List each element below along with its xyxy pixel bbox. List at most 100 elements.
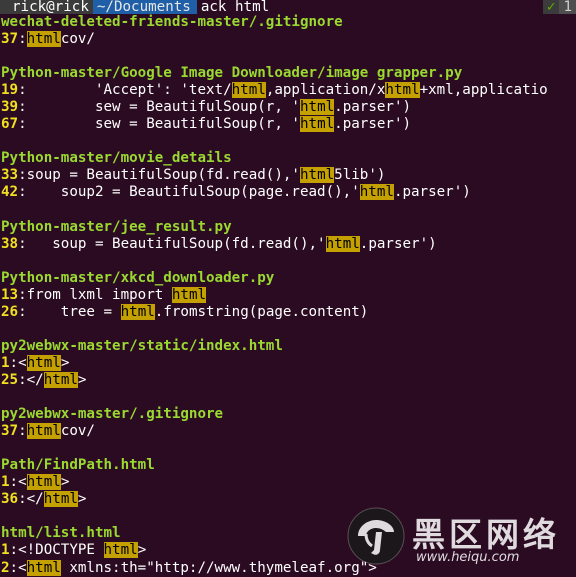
match-highlight: html <box>299 116 335 133</box>
match-highlight: html <box>231 82 266 99</box>
status-job-count: 1 <box>559 0 576 14</box>
match-highlight: html <box>26 474 61 491</box>
line-separator: : <box>18 184 27 201</box>
match-highlight: html <box>171 286 207 303</box>
result-filename: py2webwx-master/static/index.html <box>1 337 283 354</box>
watermark-text: 黑区网络 <box>412 515 560 554</box>
line-text: cov/ <box>60 31 95 48</box>
line-number: 39 <box>1 99 19 116</box>
line-text: ,application/x <box>265 82 386 99</box>
match-line: 39: sew = BeautifulSoup(r, 'html.parser'… <box>1 99 576 116</box>
result-filename: Path/FindPath.html <box>1 457 155 474</box>
line-separator: : <box>18 303 27 320</box>
line-text: < <box>18 474 27 491</box>
line-number: 2 <box>1 559 10 576</box>
match-highlight: html <box>26 31 61 48</box>
ack-output: wechat-deleted-friends-master/.gitignore… <box>1 14 576 577</box>
line-text: soup2 = BeautifulSoup(page.read(),' <box>26 184 360 201</box>
prompt-user-host: rick@rick <box>0 0 93 14</box>
line-text: sew = BeautifulSoup(r, ' <box>26 99 300 116</box>
watermark-url: www.heiqu.com <box>416 550 520 565</box>
line-text: .parser') <box>393 184 471 201</box>
match-line: 26: tree = html.fromstring(page.content) <box>1 303 576 321</box>
match-line: 42: soup2 = BeautifulSoup(page.read(),'h… <box>1 184 576 201</box>
line-number: 19 <box>1 82 19 99</box>
line-separator: : <box>9 542 19 559</box>
line-number: 26 <box>1 303 19 320</box>
match-highlight: html <box>43 491 78 508</box>
result-filename: Python-master/Google Image Downloader/im… <box>1 65 463 82</box>
line-separator: : <box>9 559 19 576</box>
line-separator: : <box>9 354 19 371</box>
match-highlight: html <box>325 235 360 252</box>
shell-prompt: rick@rick ~/Documents ack html ✓ 1 <box>0 0 576 14</box>
match-line: 1:<html> <box>1 474 576 491</box>
line-separator: : <box>18 99 27 116</box>
line-number: 25 <box>1 371 19 388</box>
line-text: tree = <box>26 303 121 320</box>
line-text: .fromstring(page.content) <box>154 303 369 320</box>
line-text: .parser') <box>359 235 437 252</box>
line-text: </ <box>26 371 44 388</box>
match-line: 37:htmlcov/ <box>1 31 576 48</box>
prompt-cwd: ~/Documents <box>92 0 197 14</box>
prompt-status: ✓ 1 <box>542 0 576 14</box>
match-line: 67: sew = BeautifulSoup(r, 'html.parser'… <box>1 116 576 133</box>
line-separator: : <box>18 235 27 252</box>
watermark-logo-icon <box>347 507 405 565</box>
result-filename: Python-master/xkcd_downloader.py <box>1 269 275 286</box>
line-separator: : <box>9 474 19 491</box>
status-ok-icon: ✓ <box>542 0 560 14</box>
line-text: 5lib') <box>334 167 386 184</box>
line-text: +xml,applicatio <box>419 82 548 99</box>
match-line: 33:soup = BeautifulSoup(fd.read(),'html5… <box>1 167 576 184</box>
line-separator: : <box>18 31 27 48</box>
line-text: < <box>18 354 27 371</box>
line-separator: : <box>18 82 27 99</box>
line-number: 1 <box>1 354 10 371</box>
line-number: 37 <box>1 423 19 440</box>
line-text: > <box>77 491 87 508</box>
line-separator: : <box>18 116 27 133</box>
prompt-command[interactable]: ack html <box>197 0 576 14</box>
line-text: .parser') <box>334 99 412 116</box>
line-text: soup = BeautifulSoup(fd.read(),' <box>26 167 300 184</box>
line-text: > <box>137 542 147 559</box>
line-text: 'Accept': 'text/ <box>26 82 232 99</box>
result-filename: py2webwx-master/.gitignore <box>1 406 224 423</box>
line-number: 67 <box>1 116 19 133</box>
line-separator: : <box>18 491 27 508</box>
match-line: 13:from lxml import html <box>1 286 576 304</box>
match-line: 19: 'Accept': 'text/html,application/xht… <box>1 82 576 99</box>
line-number: 38 <box>1 235 19 252</box>
line-number: 33 <box>1 167 19 184</box>
match-line: 25:</html> <box>1 371 576 389</box>
line-text: </ <box>26 491 44 508</box>
line-text: from lxml import <box>26 286 172 303</box>
line-text: < <box>18 559 27 576</box>
line-number: 36 <box>1 491 19 508</box>
line-number: 37 <box>1 31 19 48</box>
line-number: 1 <box>1 474 10 491</box>
line-text: xmlns:th="http://www.thymeleaf.org"> <box>60 559 377 576</box>
line-separator: : <box>18 423 27 440</box>
match-line: 37:htmlcov/ <box>1 423 576 440</box>
line-number: 42 <box>1 184 19 201</box>
line-number: 1 <box>1 542 10 559</box>
line-text: cov/ <box>60 423 95 440</box>
match-highlight: html <box>385 82 420 99</box>
line-text: > <box>77 371 87 388</box>
line-text: sew = BeautifulSoup(r, ' <box>26 116 300 133</box>
result-filename: Python-master/jee_result.py <box>1 218 232 235</box>
result-filename: wechat-deleted-friends-master/.gitignore <box>1 14 343 30</box>
line-text: soup = BeautifulSoup(fd.read(),' <box>26 235 326 252</box>
match-highlight: html <box>299 99 335 116</box>
watermark: 黑区网络 www.heiqu.com <box>346 506 576 573</box>
match-line: 1:<html> <box>1 354 576 372</box>
